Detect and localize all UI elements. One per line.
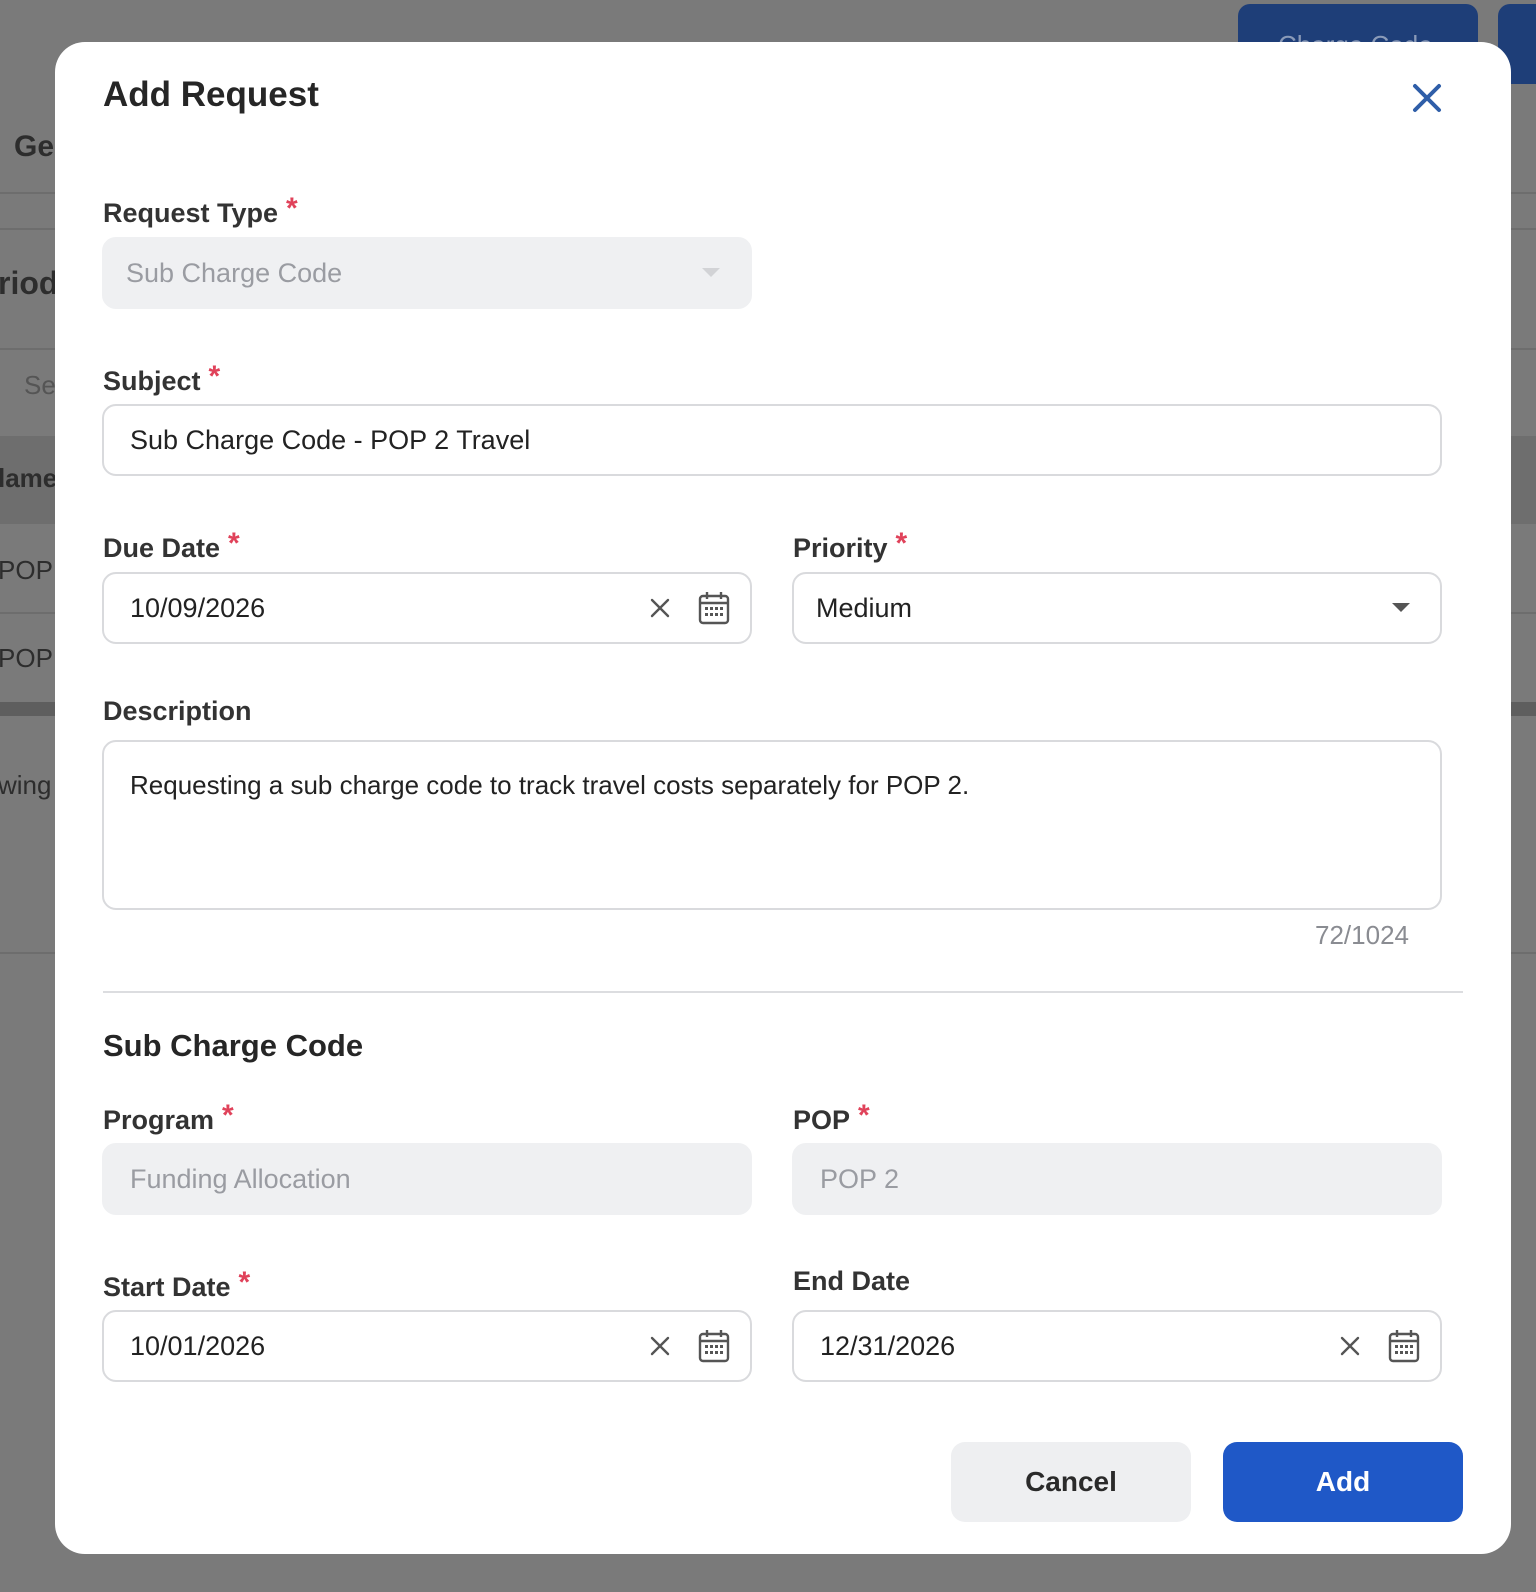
bg-column-header: lame: [0, 463, 58, 493]
program-label: Program *: [103, 1099, 234, 1136]
bg-text: wing: [0, 770, 52, 800]
modal-title: Add Request: [103, 75, 319, 114]
clear-icon[interactable]: [648, 1334, 672, 1358]
program-value: Funding Allocation: [130, 1163, 351, 1194]
sub-charge-code-section-title: Sub Charge Code: [103, 1028, 364, 1063]
pop-label: POP *: [793, 1099, 870, 1136]
description-value: Requesting a sub charge code to track tr…: [130, 770, 970, 800]
subject-label-text: Subject: [103, 366, 201, 396]
end-date-input[interactable]: 12/31/2026: [792, 1310, 1442, 1382]
calendar-icon[interactable]: [1388, 1329, 1420, 1363]
required-mark: *: [286, 192, 298, 225]
priority-label-text: Priority: [793, 533, 888, 563]
clear-icon[interactable]: [1338, 1334, 1362, 1358]
program-label-text: Program: [103, 1105, 215, 1135]
due-date-label: Due Date *: [103, 527, 240, 564]
clear-icon[interactable]: [648, 596, 672, 620]
required-mark: *: [228, 527, 240, 560]
pop-label-text: POP: [793, 1105, 851, 1135]
close-icon[interactable]: [1407, 78, 1447, 118]
end-date-label: End Date: [793, 1266, 911, 1296]
due-date-label-text: Due Date: [103, 533, 221, 563]
description-label: Description: [103, 696, 252, 726]
description-char-counter: 72/1024: [1315, 920, 1409, 950]
required-mark: *: [222, 1099, 234, 1132]
program-input[interactable]: Funding Allocation: [102, 1143, 752, 1215]
request-type-value: Sub Charge Code: [126, 257, 343, 288]
add-request-modal: Add Request Request Type * Sub Charge Cod…: [55, 42, 1511, 1554]
subject-input[interactable]: Sub Charge Code - POP 2 Travel: [102, 404, 1442, 476]
calendar-icon[interactable]: [698, 591, 730, 625]
calendar-icon[interactable]: [698, 1329, 730, 1363]
start-date-input[interactable]: 10/01/2026: [102, 1310, 752, 1382]
required-mark: *: [895, 527, 908, 560]
subject-label: Subject *: [103, 360, 220, 397]
pop-value: POP 2: [820, 1163, 900, 1194]
start-date-label-text: Start Date: [103, 1272, 231, 1302]
start-date-label: Start Date *: [103, 1266, 250, 1303]
cancel-button[interactable]: Cancel: [951, 1442, 1191, 1522]
required-mark: *: [238, 1266, 251, 1299]
priority-select[interactable]: Medium: [792, 572, 1442, 644]
chevron-down-icon: [700, 266, 722, 280]
add-button[interactable]: Add: [1223, 1442, 1463, 1522]
request-type-label: Request Type *: [103, 192, 298, 229]
section-divider: [103, 991, 1463, 993]
pop-input[interactable]: POP 2: [792, 1143, 1442, 1215]
required-mark: *: [208, 360, 221, 393]
priority-value: Medium: [816, 592, 913, 623]
required-mark: *: [858, 1099, 870, 1132]
bg-heading: Ge: [14, 130, 55, 163]
bg-search: Se: [24, 370, 56, 400]
description-textarea[interactable]: Requesting a sub charge code to track tr…: [102, 740, 1442, 910]
chevron-down-icon: [1390, 601, 1412, 615]
priority-label: Priority *: [793, 527, 907, 564]
request-type-select[interactable]: Sub Charge Code: [102, 237, 752, 309]
request-type-label-text: Request Type: [103, 198, 279, 228]
bg-section-title: riod: [0, 265, 59, 301]
due-date-input[interactable]: 10/09/2026: [102, 572, 752, 644]
subject-value: Sub Charge Code - POP 2 Travel: [130, 424, 531, 455]
